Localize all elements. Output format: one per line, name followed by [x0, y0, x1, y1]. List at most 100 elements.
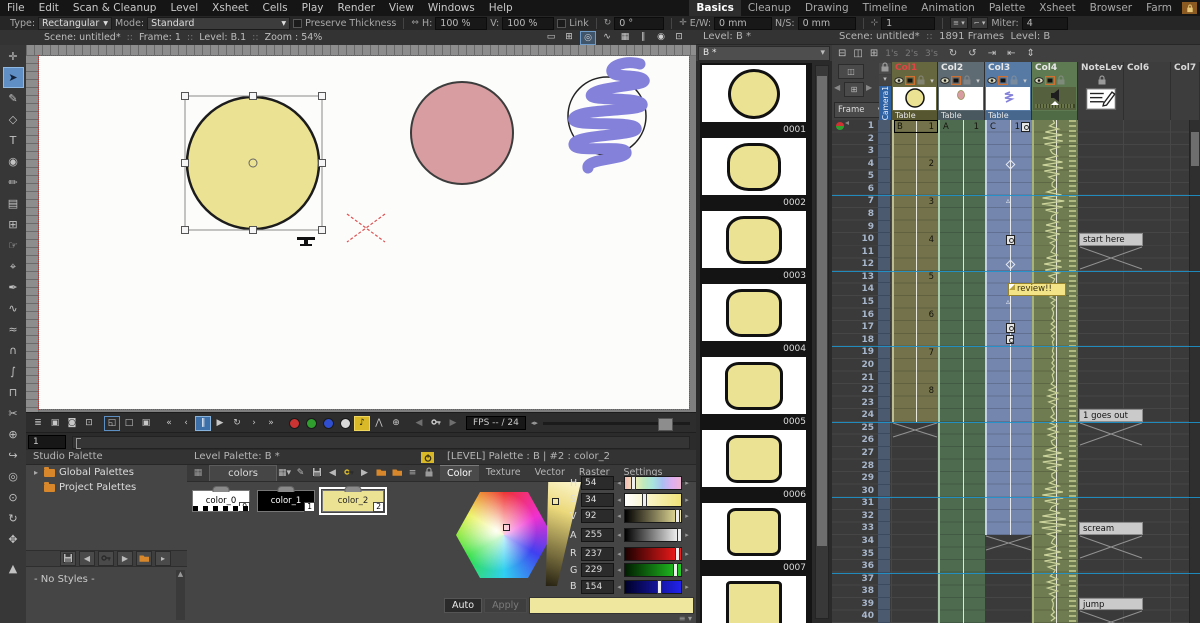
level-strip-scrollbar[interactable]	[815, 65, 829, 619]
slider-left-arrow[interactable]: ◂	[616, 479, 622, 487]
palette-tree-item-global-palettes[interactable]: ▸Global Palettes	[26, 465, 187, 480]
soundtrack-button[interactable]: ♪	[354, 416, 370, 431]
palette-gizmo-icon[interactable]	[421, 452, 434, 463]
slider-value-v[interactable]: 92	[581, 509, 614, 523]
camera-dropdown-arrow[interactable]: ▾	[879, 75, 891, 85]
tool-pinch[interactable]: ∿	[3, 298, 24, 319]
row-number-38[interactable]: 38	[832, 586, 874, 596]
keyframe-icon[interactable]	[428, 416, 444, 431]
pause-button[interactable]: ∥	[195, 416, 211, 431]
playback-slider[interactable]	[543, 422, 690, 425]
note-jump[interactable]: jump	[1079, 598, 1143, 611]
auto-button[interactable]: Auto	[444, 598, 482, 613]
tool-animate[interactable]: ✛	[3, 46, 24, 67]
join-style-select[interactable]: ⌐ ▾	[971, 17, 989, 29]
slider-bar-r[interactable]	[624, 547, 682, 561]
new-page-icon[interactable]	[136, 551, 152, 566]
row-number-18[interactable]: 18	[832, 335, 874, 345]
lock-icon[interactable]	[1009, 76, 1019, 86]
row-number-32[interactable]: 32	[832, 511, 874, 521]
preview-icon[interactable]: ◉	[654, 31, 668, 43]
room-tab-timeline[interactable]: Timeline	[856, 2, 915, 14]
slider-value-h[interactable]: 54	[581, 476, 614, 490]
cap-style-select[interactable]: ≡ ▾	[950, 17, 968, 29]
row-number-28[interactable]: 28	[832, 461, 874, 471]
green-channel-icon[interactable]	[303, 416, 319, 431]
room-tab-xsheet[interactable]: Xsheet	[1032, 2, 1082, 14]
tool-selection[interactable]: ➤	[3, 67, 24, 88]
type-select[interactable]: Rectangular▾	[38, 17, 112, 30]
slider-thumb[interactable]	[642, 493, 647, 507]
ns-field[interactable]: 0 mm	[798, 17, 856, 30]
h-scale-field[interactable]: 100 %	[435, 17, 487, 30]
slider-left-arrow[interactable]: ◂	[616, 512, 622, 520]
keyframe-icon[interactable]	[1006, 335, 1014, 344]
prev-frame-button[interactable]: ‹	[178, 416, 194, 431]
camera-icon[interactable]: ▦	[618, 31, 632, 43]
render-toggle-icon[interactable]	[1045, 76, 1055, 86]
slider-left-arrow[interactable]: ◂	[616, 496, 622, 504]
lock-icon[interactable]	[1097, 76, 1107, 86]
triangle-marker[interactable]	[552, 498, 559, 505]
slider-value-g[interactable]: 229	[581, 563, 614, 577]
field-guide-icon[interactable]: ⊞	[562, 31, 576, 43]
frame-thumbnail-0007[interactable]: 0007	[700, 503, 812, 576]
link-checkbox[interactable]	[557, 19, 566, 28]
locator-button[interactable]: ⊕	[388, 416, 404, 431]
reload-icon[interactable]: ↺	[968, 48, 976, 59]
frame-slider-thumb[interactable]	[76, 438, 81, 449]
slider-right-arrow[interactable]: ▸	[684, 583, 690, 591]
selected-cell[interactable]	[894, 120, 938, 133]
frame-thumbnail[interactable]	[700, 576, 812, 623]
style-tab-color[interactable]: Color	[440, 465, 479, 481]
palette-page-tab[interactable]: colors	[209, 465, 277, 481]
row-number-4[interactable]: 4	[832, 159, 874, 169]
row-number-25[interactable]: 25	[832, 423, 874, 433]
level-strip-scrollbar-thumb[interactable]	[817, 76, 827, 546]
thickness-field[interactable]: 1	[881, 17, 935, 30]
camera-column-icon[interactable]: ◫	[853, 48, 862, 59]
prev-style-icon[interactable]: ◀	[79, 551, 95, 566]
room-tab-basics[interactable]: Basics	[689, 0, 740, 16]
menu-xsheet[interactable]: Xsheet	[205, 2, 255, 14]
row-number-13[interactable]: 13	[832, 272, 874, 282]
viewer-panel[interactable]	[26, 45, 696, 412]
frame-thumbnail-0001[interactable]: 0001	[700, 65, 812, 138]
row-number-29[interactable]: 29	[832, 473, 874, 483]
row-number-35[interactable]: 35	[832, 549, 874, 559]
row-number-23[interactable]: 23	[832, 398, 874, 408]
step-1's[interactable]: 1's	[885, 49, 898, 59]
column-header-col6[interactable]: Col6	[1124, 62, 1171, 120]
style-swatch-color_1[interactable]: color_11	[257, 490, 315, 512]
room-tab-palette[interactable]: Palette	[982, 2, 1032, 14]
tool-tape[interactable]: ⊞	[3, 214, 24, 235]
lock-column-icon[interactable]	[879, 63, 891, 74]
row-number-33[interactable]: 33	[832, 523, 874, 533]
slider-thumb[interactable]	[673, 563, 678, 577]
tool-plastic[interactable]: ◎	[3, 466, 24, 487]
slider-bar-g[interactable]	[624, 563, 682, 577]
tool-fill[interactable]: ◉	[3, 151, 24, 172]
camera-view-icon[interactable]: ∿	[600, 31, 614, 43]
tool-control-point-editor[interactable]: ✒	[3, 277, 24, 298]
red-channel-icon[interactable]	[286, 416, 302, 431]
row-number-2[interactable]: 2	[832, 134, 874, 144]
expand-icon[interactable]: ▸	[155, 551, 171, 566]
inbetween-diamond-icon[interactable]	[1006, 260, 1016, 270]
row-number-20[interactable]: 20	[832, 360, 874, 370]
row-number-16[interactable]: 16	[832, 310, 874, 320]
view-mode-icon[interactable]: ▦▾	[278, 467, 291, 479]
row-number-27[interactable]: 27	[832, 448, 874, 458]
tool-rgb-picker[interactable]: ⌖	[3, 256, 24, 277]
column-menu-arrow[interactable]: ▾	[1020, 76, 1030, 86]
keyframe-icon[interactable]	[1021, 122, 1030, 132]
room-tab-browser[interactable]: Browser	[1083, 2, 1140, 14]
histogram-button[interactable]: ⋀	[371, 416, 387, 431]
row-number-15[interactable]: 15	[832, 297, 874, 307]
level-selector-dropdown[interactable]: B *▾	[698, 46, 830, 61]
color-hexagon-wheel[interactable]	[456, 492, 552, 578]
row-number-19[interactable]: 19	[832, 347, 874, 357]
tool-zoom[interactable]: ⊙	[3, 487, 24, 508]
tool-type[interactable]: T	[3, 130, 24, 151]
view-mode-standard-button[interactable]: ◱	[104, 416, 120, 431]
